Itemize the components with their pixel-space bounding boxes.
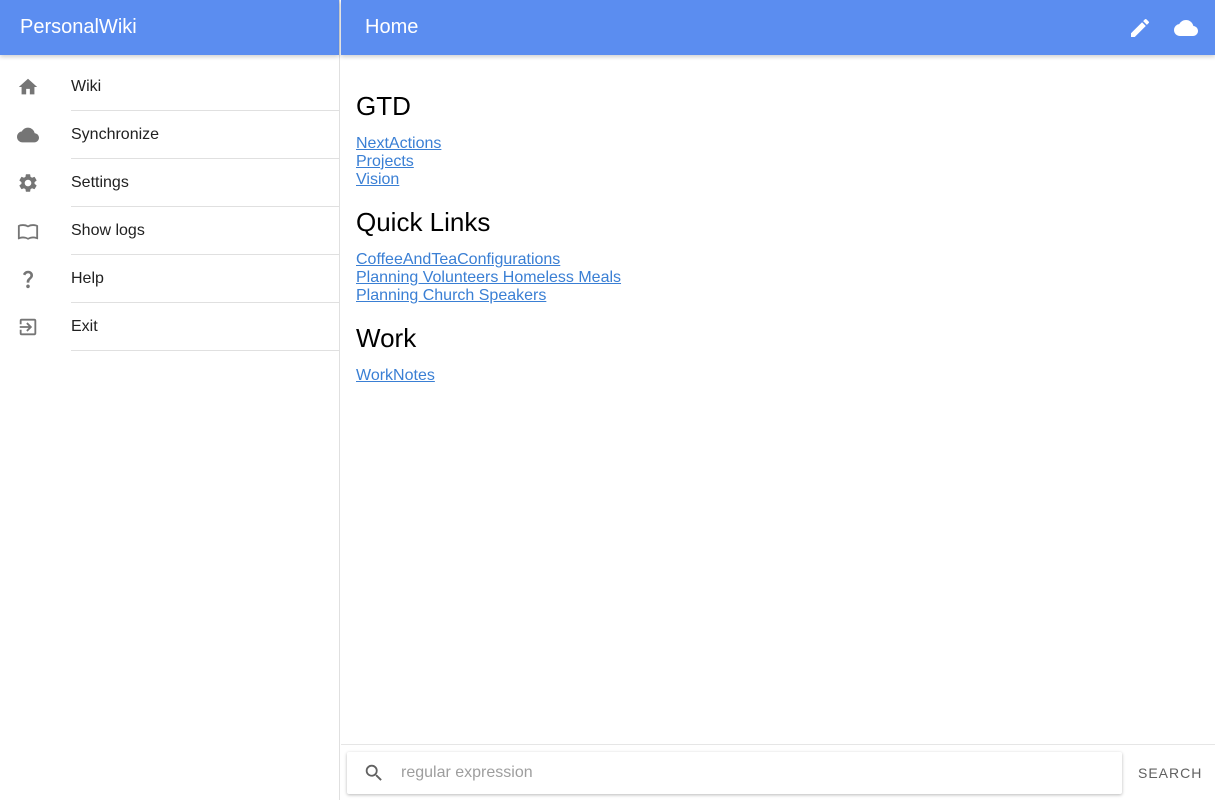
edit-button[interactable]: [1127, 15, 1153, 41]
cloud-icon: [0, 111, 71, 159]
section-heading-gtd: GTD: [356, 91, 411, 121]
search-bar: SEARCH: [341, 744, 1215, 800]
section-heading-quick-links: Quick Links: [356, 207, 491, 237]
pencil-icon: [1131, 18, 1150, 37]
sidebar-item-synchronize[interactable]: Synchronize: [0, 111, 339, 159]
home-icon: [0, 63, 71, 111]
page-header: Home: [341, 0, 1215, 55]
search-input[interactable]: [401, 752, 1122, 793]
wiki-link-nextactions[interactable]: NextActions: [356, 135, 441, 153]
sidebar-item-label: Settings: [71, 159, 339, 207]
sidebar-item-exit[interactable]: Exit: [0, 303, 339, 351]
app-title: PersonalWiki: [20, 16, 137, 38]
wiki-link-worknotes[interactable]: WorkNotes: [356, 367, 435, 385]
sidebar-nav: Wiki Synchronize Settings Show logs Help: [0, 63, 339, 351]
sidebar-item-label: Wiki: [71, 63, 339, 111]
search-button[interactable]: SEARCH: [1138, 765, 1202, 781]
wiki-link-coffee-tea[interactable]: CoffeeAndTeaConfigurations: [356, 251, 560, 269]
wiki-link-volunteers-meals[interactable]: Planning Volunteers Homeless Meals: [356, 269, 621, 287]
book-icon: [0, 207, 71, 255]
gear-icon: [0, 159, 71, 207]
sidebar-item-label: Help: [71, 255, 339, 303]
sidebar-item-label: Show logs: [71, 207, 339, 255]
question-icon: [0, 255, 71, 303]
section-links-work: WorkNotes: [356, 367, 1200, 385]
sidebar-item-settings[interactable]: Settings: [0, 159, 339, 207]
sidebar-item-show-logs[interactable]: Show logs: [0, 207, 339, 255]
sidebar-item-help[interactable]: Help: [0, 255, 339, 303]
sidebar-item-label: Synchronize: [71, 111, 339, 159]
header-actions: [1127, 15, 1215, 41]
wiki-link-vision[interactable]: Vision: [356, 171, 399, 189]
wiki-content: GTD NextActions Projects Vision Quick Li…: [341, 55, 1215, 385]
wiki-link-church-speakers[interactable]: Planning Church Speakers: [356, 287, 546, 305]
search-box: [347, 751, 1122, 794]
wiki-link-projects[interactable]: Projects: [356, 153, 414, 171]
sidebar: PersonalWiki Wiki Synchronize Settings S…: [0, 0, 340, 800]
section-links-quick-links: CoffeeAndTeaConfigurations Planning Volu…: [356, 251, 1200, 305]
search-icon: [347, 762, 401, 784]
cloud-icon: [1174, 19, 1198, 36]
sidebar-item-wiki[interactable]: Wiki: [0, 63, 339, 111]
sidebar-item-label: Exit: [71, 303, 339, 351]
page-title: Home: [365, 16, 419, 38]
sync-button[interactable]: [1173, 15, 1199, 41]
section-links-gtd: NextActions Projects Vision: [356, 135, 1200, 189]
app-title-bar: PersonalWiki: [0, 0, 339, 55]
section-heading-work: Work: [356, 323, 417, 353]
exit-icon: [0, 303, 71, 351]
main-panel: Home GTD NextActions Projects Vision Qui…: [341, 0, 1215, 800]
